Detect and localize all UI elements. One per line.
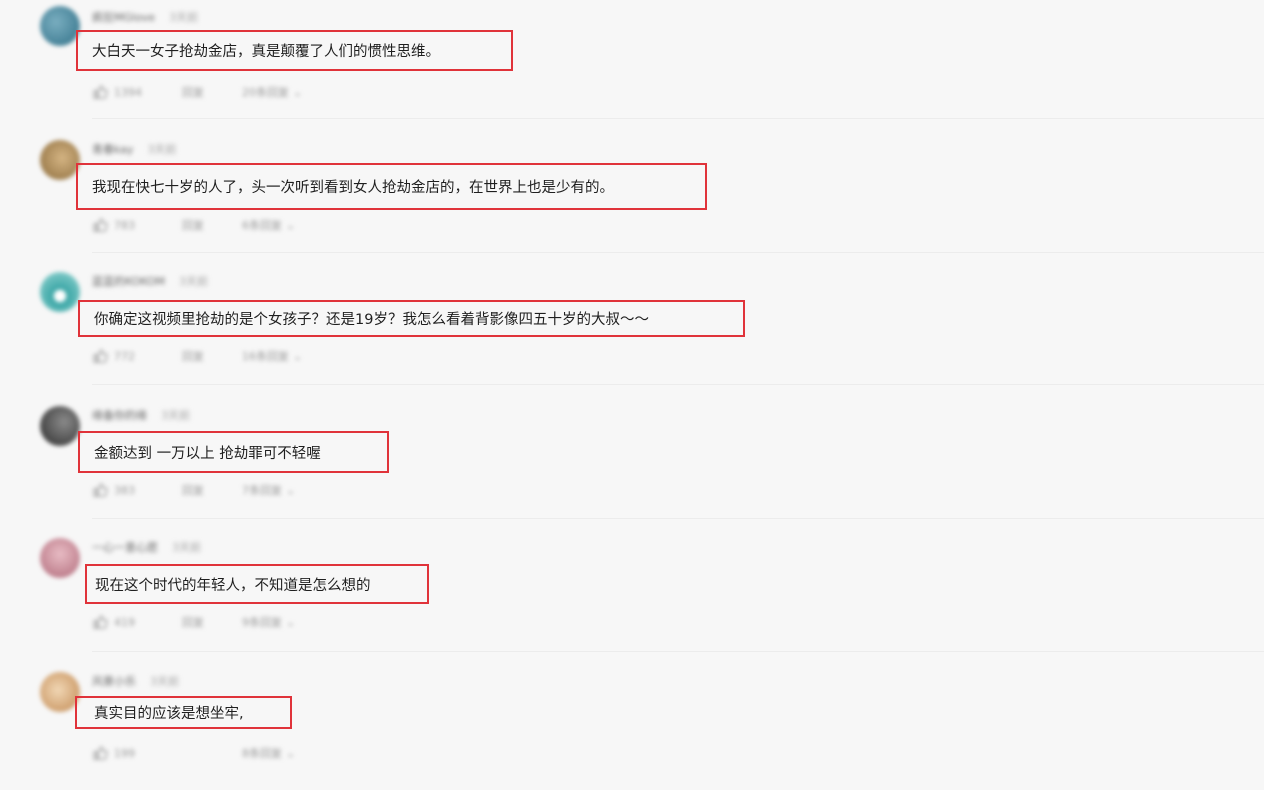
timestamp: 3天前 [169, 11, 199, 24]
chevron-down-icon[interactable]: ⌄ [286, 484, 295, 497]
avatar[interactable] [40, 140, 80, 180]
chevron-down-icon[interactable]: ⌄ [293, 86, 302, 99]
comment-text: 金额达到 一万以上 抢劫罪可不轻喔 [78, 431, 389, 473]
comment-meta: 一心一意心愿 3天前 [92, 540, 201, 554]
like-count: 772 [114, 349, 135, 363]
view-replies-button[interactable]: 20条回复 [242, 84, 289, 100]
comment-meta: 疯狂MGlove 3天前 [92, 10, 198, 24]
timestamp: 3天前 [150, 675, 179, 688]
comment-item: 缘备你的缘 3天前 金额达到 一万以上 抢劫罪可不轻喔 383 回复 7条回复 … [0, 398, 1264, 524]
timestamp: 3天前 [147, 143, 177, 156]
avatar[interactable] [40, 406, 80, 446]
chevron-down-icon[interactable]: ⌄ [286, 219, 295, 232]
view-replies-button[interactable]: 16条回复 [242, 348, 289, 364]
timestamp: 3天前 [161, 409, 190, 422]
thumbs-up-icon[interactable] [92, 482, 108, 498]
view-replies-button[interactable]: 8条回复 [242, 745, 282, 761]
comment-meta: 缘备你的缘 3天前 [92, 408, 190, 422]
username[interactable]: 一心一意心愿 [92, 539, 158, 555]
comment-text: 真实目的应该是想坐牢, [75, 696, 292, 729]
comment-text: 大白天一女子抢劫金店，真是颠覆了人们的惯性思维。 [76, 30, 513, 71]
username[interactable]: 缘备你的缘 [92, 407, 147, 423]
comment-text: 我现在快七十岁的人了，头一次听到看到女人抢劫金店的，在世界上也是少有的。 [76, 163, 707, 210]
avatar-image [40, 140, 80, 180]
comment-meta: 青春kay 3天前 [92, 142, 176, 156]
avatar[interactable] [40, 538, 80, 578]
thumbs-up-icon[interactable] [92, 745, 108, 761]
username[interactable]: 蓝蓝的KOKOM [92, 273, 165, 289]
avatar-image [40, 406, 80, 446]
thumbs-up-icon[interactable] [92, 84, 108, 100]
avatar-image [40, 538, 80, 578]
like-count: 383 [114, 483, 135, 497]
comment-item: 青春kay 3天前 我现在快七十岁的人了，头一次听到看到女人抢劫金店的，在世界上… [0, 132, 1264, 258]
comment-text-content: 大白天一女子抢劫金店，真是颠覆了人们的惯性思维。 [92, 44, 440, 60]
avatar-image [40, 6, 80, 46]
reply-button[interactable]: 回复 [182, 84, 242, 100]
thumbs-up-icon[interactable] [92, 614, 108, 630]
view-replies-button[interactable]: 9条回复 [242, 614, 282, 630]
comment-text: 你确定这视频里抢劫的是个女孩子？还是19岁？我怎么看着背影像四五十岁的大叔～～ [78, 300, 745, 337]
comment-actions: 199 8条回复 ⌄ [92, 744, 295, 762]
comment-meta: 风景小乐 3天前 [92, 674, 179, 688]
username[interactable]: 风景小乐 [92, 673, 136, 689]
comment-text-content: 你确定这视频里抢劫的是个女孩子？还是19岁？我怎么看着背影像四五十岁的大叔～～ [94, 312, 649, 328]
comment-actions: 419 回复 9条回复 ⌄ [92, 613, 295, 631]
avatar[interactable] [40, 6, 80, 46]
timestamp: 3天前 [172, 541, 201, 554]
thumbs-up-icon[interactable] [92, 348, 108, 364]
comment-meta: 蓝蓝的KOKOM 3天前 [92, 274, 208, 288]
comment-actions: 1394 回复 20条回复 ⌄ [92, 83, 302, 101]
avatar-image [40, 272, 80, 312]
avatar-image [40, 672, 80, 712]
like-count: 783 [114, 218, 135, 232]
chevron-down-icon[interactable]: ⌄ [293, 350, 302, 363]
like-count: 419 [114, 615, 135, 629]
comment-item: 蓝蓝的KOKOM 3天前 你确定这视频里抢劫的是个女孩子？还是19岁？我怎么看着… [0, 264, 1264, 390]
thumbs-up-icon[interactable] [92, 217, 108, 233]
chevron-down-icon[interactable]: ⌄ [286, 616, 295, 629]
comment-text-content: 金额达到 一万以上 抢劫罪可不轻喔 [94, 445, 321, 462]
view-replies-button[interactable]: 7条回复 [242, 482, 282, 498]
reply-button[interactable]: 回复 [182, 348, 242, 364]
username[interactable]: 疯狂MGlove [92, 9, 155, 25]
divider [92, 118, 1264, 119]
like-count: 199 [114, 746, 135, 760]
reply-button[interactable]: 回复 [182, 217, 242, 233]
comment-item: 疯狂MGlove 3天前 大白天一女子抢劫金店，真是颠覆了人们的惯性思维。 13… [0, 0, 1264, 126]
comment-actions: 783 回复 6条回复 ⌄ [92, 216, 295, 234]
avatar[interactable] [40, 672, 80, 712]
chevron-down-icon[interactable]: ⌄ [286, 747, 295, 760]
comment-item: 一心一意心愿 3天前 现在这个时代的年轻人，不知道是怎么想的 419 回复 9条… [0, 530, 1264, 656]
like-count: 1394 [114, 85, 142, 99]
view-replies-button[interactable]: 6条回复 [242, 217, 282, 233]
reply-button[interactable]: 回复 [182, 482, 242, 498]
comment-text-content: 我现在快七十岁的人了，头一次听到看到女人抢劫金店的，在世界上也是少有的。 [92, 180, 614, 196]
reply-button[interactable]: 回复 [182, 614, 242, 630]
comment-text: 现在这个时代的年轻人，不知道是怎么想的 [85, 564, 429, 604]
comment-text-content: 现在这个时代的年轻人，不知道是怎么想的 [95, 577, 371, 594]
username[interactable]: 青春kay [92, 141, 133, 157]
timestamp: 3天前 [179, 275, 209, 288]
comment-actions: 383 回复 7条回复 ⌄ [92, 481, 295, 499]
comment-item: 风景小乐 3天前 真实目的应该是想坐牢, 199 8条回复 ⌄ [0, 664, 1264, 790]
comment-actions: 772 回复 16条回复 ⌄ [92, 347, 302, 365]
divider [92, 252, 1264, 253]
comment-text-content: 真实目的应该是想坐牢, [94, 706, 244, 722]
divider [92, 518, 1264, 519]
divider [92, 651, 1264, 652]
avatar[interactable] [40, 272, 80, 312]
divider [92, 384, 1264, 385]
